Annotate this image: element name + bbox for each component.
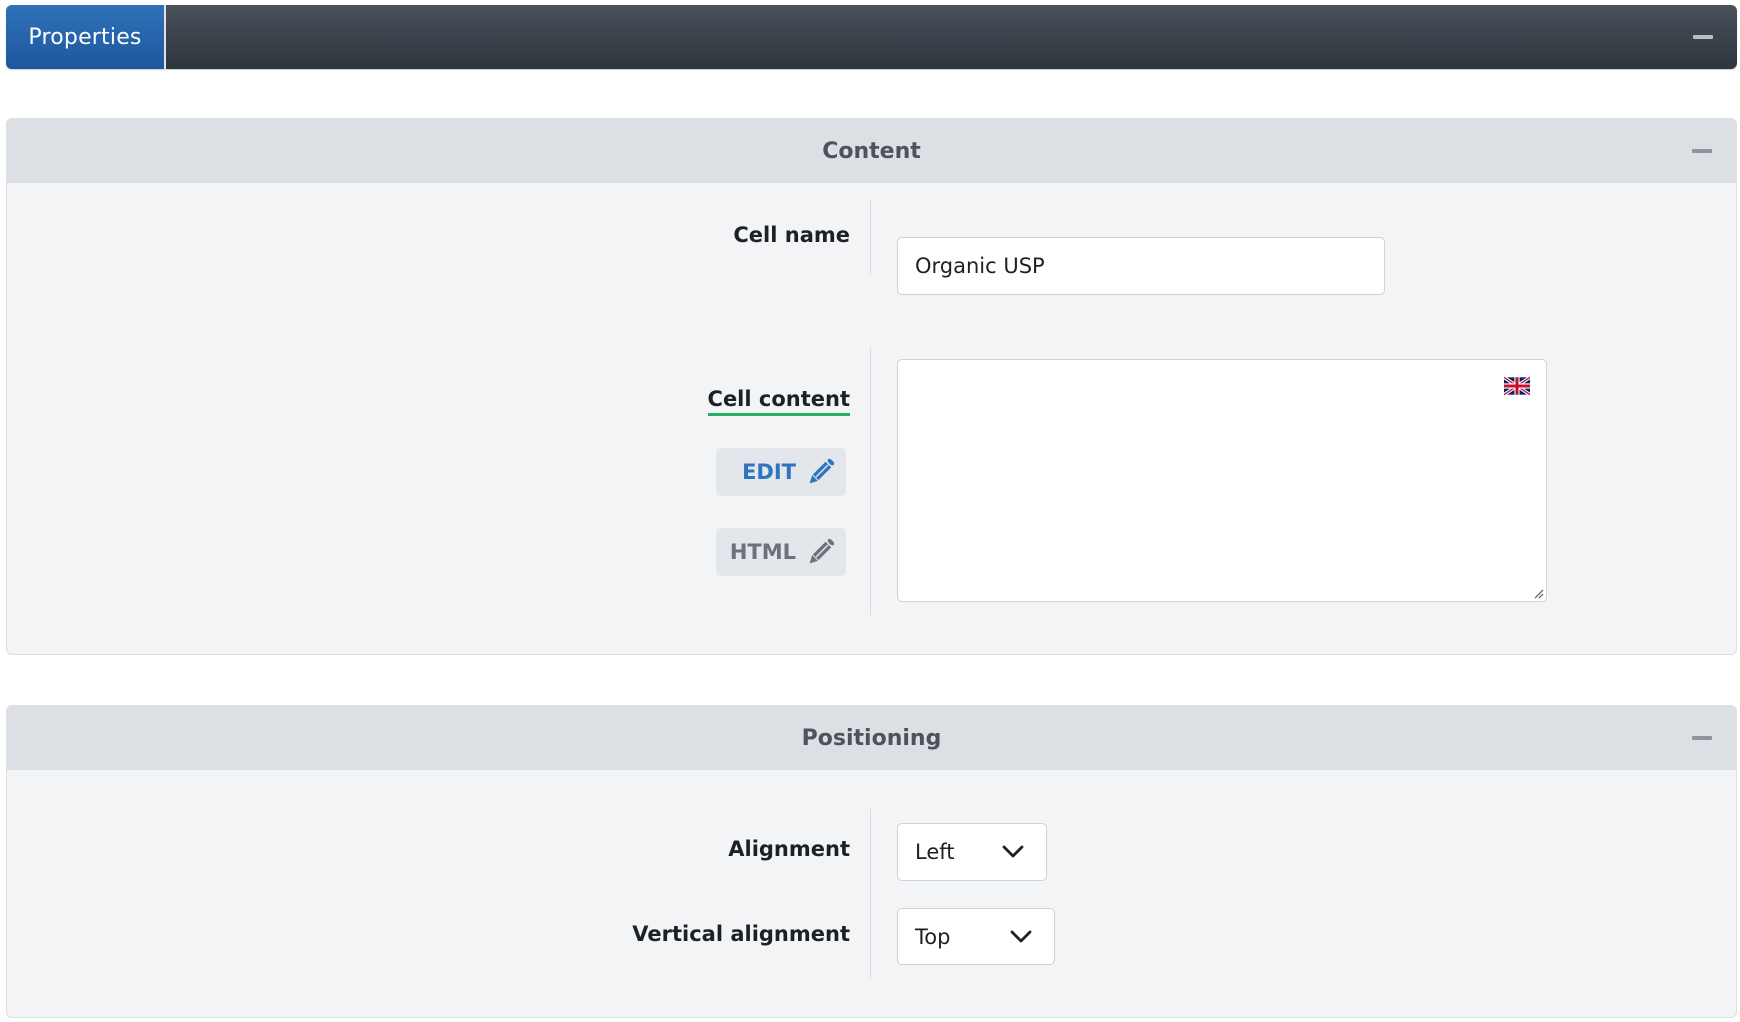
positioning-section: Positioning Alignment Left Vertical alig…	[6, 705, 1737, 1018]
minus-icon	[1692, 149, 1712, 153]
edit-content-button[interactable]: EDIT	[716, 448, 846, 496]
minus-icon	[1693, 35, 1713, 39]
content-section: Content Cell name Organic USP Cell conte…	[6, 118, 1737, 655]
cell-content-label-text: Cell content	[707, 387, 850, 416]
positioning-section-header[interactable]: Positioning	[7, 706, 1736, 770]
vertical-alignment-select[interactable]: Top	[897, 908, 1055, 965]
field-divider	[870, 809, 871, 978]
html-button-label: HTML	[729, 540, 796, 564]
collapse-positioning-button[interactable]	[1690, 730, 1714, 746]
alignment-label: Alignment	[728, 837, 850, 861]
positioning-section-title: Positioning	[801, 725, 942, 751]
pencil-icon	[809, 458, 835, 484]
alignment-selected-value: Left	[915, 840, 955, 864]
chevron-down-icon	[1002, 845, 1024, 858]
resize-handle-icon[interactable]	[1532, 587, 1544, 599]
properties-header-bar: Properties	[6, 5, 1737, 69]
cell-content-textarea[interactable]	[897, 359, 1547, 602]
collapse-content-button[interactable]	[1690, 143, 1714, 159]
cell-name-value: Organic USP	[915, 254, 1045, 278]
tab-properties[interactable]: Properties	[6, 5, 164, 69]
alignment-select[interactable]: Left	[897, 823, 1047, 881]
html-content-button[interactable]: HTML	[716, 528, 846, 576]
vertical-alignment-selected-value: Top	[915, 924, 951, 949]
pencil-icon	[809, 538, 835, 564]
collapse-properties-button[interactable]	[1691, 29, 1715, 45]
uk-flag-icon[interactable]	[1504, 376, 1530, 396]
cell-name-label: Cell name	[733, 223, 850, 247]
cell-name-input[interactable]: Organic USP	[897, 237, 1385, 295]
cell-content-label: Cell content	[707, 387, 850, 416]
chevron-down-icon	[1010, 930, 1032, 942]
edit-button-label: EDIT	[742, 460, 796, 484]
field-divider	[870, 200, 871, 275]
field-divider	[870, 347, 871, 615]
content-section-title: Content	[822, 138, 921, 164]
minus-icon	[1692, 736, 1712, 740]
tab-separator	[164, 5, 166, 69]
content-section-header[interactable]: Content	[7, 119, 1736, 183]
vertical-alignment-label: Vertical alignment	[632, 922, 850, 946]
